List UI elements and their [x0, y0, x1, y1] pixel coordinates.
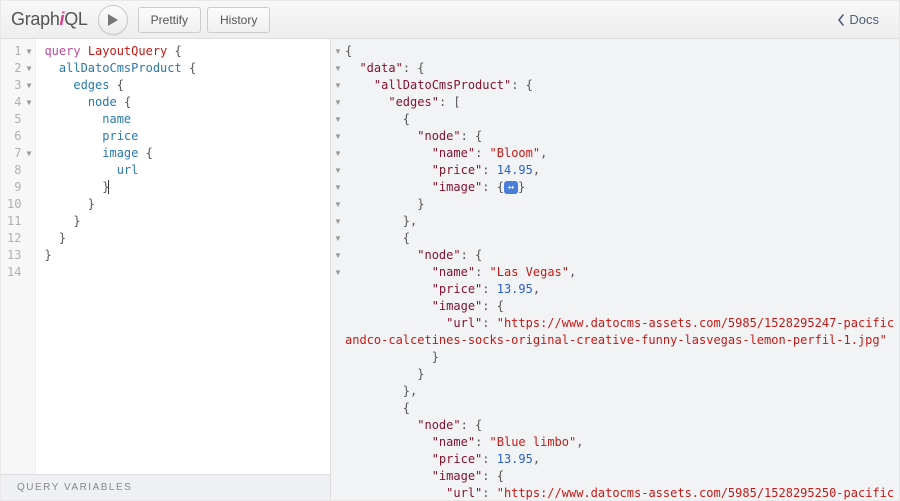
fold-icon[interactable]: ▼: [331, 77, 345, 94]
prettify-button[interactable]: Prettify: [138, 7, 201, 33]
query-editor-pane: 1▼2▼3▼4▼567▼891011121314 query LayoutQue…: [1, 39, 331, 500]
fold-icon[interactable]: ▼: [23, 43, 31, 60]
toolbar: GraphiQL Prettify History Docs: [1, 1, 899, 39]
fold-icon[interactable]: ▼: [331, 230, 345, 247]
result-pane: ▼▼▼▼▼▼▼▼▼▼▼▼▼▼ { "data": { "allDatoCmsPr…: [331, 39, 899, 500]
line-number: 8: [7, 162, 31, 179]
query-code[interactable]: query LayoutQuery { allDatoCmsProduct { …: [36, 39, 330, 474]
fold-icon[interactable]: ▼: [23, 60, 31, 77]
fold-icon[interactable]: ▼: [331, 213, 345, 230]
line-number: 9: [7, 179, 31, 196]
line-number: 7▼: [7, 145, 31, 162]
play-icon: [107, 13, 119, 27]
result-fold-gutter: ▼▼▼▼▼▼▼▼▼▼▼▼▼▼: [331, 39, 345, 500]
line-number: 4▼: [7, 94, 31, 111]
history-button[interactable]: History: [207, 7, 270, 33]
graphiql-app: GraphiQL Prettify History Docs 1▼2▼3▼4▼5…: [0, 0, 900, 501]
line-number: 14: [7, 264, 31, 281]
fold-icon[interactable]: ▼: [331, 128, 345, 145]
fold-icon[interactable]: ▼: [331, 162, 345, 179]
execute-button[interactable]: [98, 5, 128, 35]
fold-icon[interactable]: ▼: [331, 179, 345, 196]
fold-icon[interactable]: ▼: [23, 77, 31, 94]
line-number: 5: [7, 111, 31, 128]
line-gutter: 1▼2▼3▼4▼567▼891011121314: [1, 39, 36, 474]
line-number: 11: [7, 213, 31, 230]
fold-icon[interactable]: ▼: [331, 43, 345, 60]
fold-icon[interactable]: ▼: [331, 94, 345, 111]
app-logo: GraphiQL: [11, 9, 88, 30]
fold-icon[interactable]: ▼: [23, 145, 31, 162]
fold-icon[interactable]: ▼: [331, 247, 345, 264]
line-number: 3▼: [7, 77, 31, 94]
line-number: 2▼: [7, 60, 31, 77]
chevron-left-icon: [837, 14, 845, 26]
line-number: 12: [7, 230, 31, 247]
line-number: 10: [7, 196, 31, 213]
fold-icon[interactable]: ▼: [331, 60, 345, 77]
fold-icon[interactable]: ▼: [331, 264, 345, 281]
query-variables-bar[interactable]: Query Variables: [1, 474, 330, 500]
line-number: 13: [7, 247, 31, 264]
result-viewer[interactable]: { "data": { "allDatoCmsProduct": { "edge…: [345, 39, 899, 500]
docs-label: Docs: [849, 12, 879, 27]
fold-icon[interactable]: ▼: [23, 94, 31, 111]
docs-button[interactable]: Docs: [827, 7, 889, 33]
fold-icon[interactable]: ▼: [331, 111, 345, 128]
fold-icon[interactable]: ▼: [331, 196, 345, 213]
main-panes: 1▼2▼3▼4▼567▼891011121314 query LayoutQue…: [1, 39, 899, 500]
query-editor[interactable]: 1▼2▼3▼4▼567▼891011121314 query LayoutQue…: [1, 39, 330, 474]
fold-icon[interactable]: ▼: [331, 145, 345, 162]
line-number: 1▼: [7, 43, 31, 60]
expand-collapsed-icon[interactable]: ↔: [504, 181, 518, 194]
line-number: 6: [7, 128, 31, 145]
